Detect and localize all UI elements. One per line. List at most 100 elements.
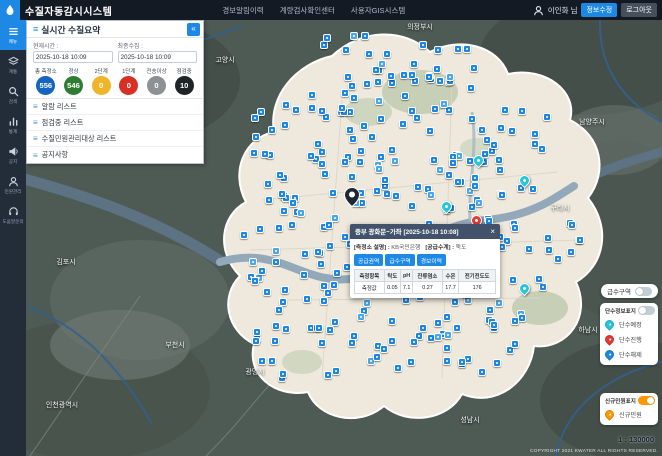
station-marker[interactable]	[318, 107, 326, 115]
station-marker[interactable]	[430, 156, 438, 164]
station-marker[interactable]	[356, 158, 364, 166]
station-marker[interactable]	[279, 370, 287, 378]
station-marker[interactable]	[567, 248, 575, 256]
station-marker[interactable]	[318, 160, 326, 168]
station-marker[interactable]	[264, 180, 272, 188]
sidebar-item-메뉴[interactable]: 메뉴	[0, 20, 26, 50]
complaint-toggle[interactable]	[638, 396, 655, 405]
station-marker[interactable]	[401, 92, 409, 100]
station-marker[interactable]	[454, 178, 462, 186]
station-marker[interactable]	[329, 189, 337, 197]
station-marker[interactable]	[445, 171, 453, 179]
station-marker[interactable]	[317, 260, 325, 268]
station-marker[interactable]	[463, 45, 471, 53]
station-marker[interactable]	[433, 65, 441, 73]
station-marker[interactable]	[360, 122, 368, 130]
station-marker[interactable]	[436, 77, 444, 85]
station-marker[interactable]	[380, 345, 388, 353]
station-marker[interactable]	[375, 165, 383, 173]
station-marker[interactable]	[325, 221, 333, 229]
station-marker[interactable]	[531, 130, 539, 138]
station-marker[interactable]	[308, 91, 316, 99]
station-marker[interactable]	[443, 357, 451, 365]
station-marker[interactable]	[326, 242, 334, 250]
station-marker[interactable]	[475, 199, 483, 207]
station-marker[interactable]	[342, 46, 350, 54]
station-marker[interactable]	[281, 121, 289, 129]
station-marker[interactable]	[375, 97, 383, 105]
sidebar-item-검색[interactable]: 검색	[0, 80, 26, 110]
sidebar-item-도움말문의[interactable]: 도움말문의	[0, 200, 26, 230]
station-marker[interactable]	[419, 41, 427, 49]
station-marker[interactable]	[427, 191, 435, 199]
station-marker[interactable]	[275, 306, 283, 314]
station-marker[interactable]	[538, 145, 546, 153]
station-marker[interactable]	[326, 326, 334, 334]
station-marker[interactable]	[373, 187, 381, 195]
station-marker[interactable]	[554, 255, 562, 263]
station-marker[interactable]	[350, 32, 358, 40]
station-marker[interactable]	[535, 275, 543, 283]
station-marker[interactable]	[529, 185, 537, 193]
station-marker[interactable]	[568, 221, 576, 229]
panel-list-item[interactable]: ≡ 수질민원관리대상 리스트	[27, 131, 203, 147]
station-marker[interactable]	[383, 50, 391, 58]
station-marker[interactable]	[539, 283, 547, 291]
station-marker[interactable]	[387, 72, 395, 80]
station-marker[interactable]	[478, 368, 486, 376]
station-marker[interactable]	[426, 127, 434, 135]
station-marker[interactable]	[470, 64, 478, 72]
station-marker[interactable]	[509, 276, 517, 284]
station-marker[interactable]	[377, 153, 385, 161]
station-marker[interactable]	[495, 299, 503, 307]
station-marker[interactable]	[478, 126, 486, 134]
station-marker[interactable]	[545, 246, 553, 254]
station-marker[interactable]	[544, 234, 552, 242]
station-marker[interactable]	[348, 173, 356, 181]
station-marker[interactable]	[400, 71, 408, 79]
station-marker[interactable]	[314, 248, 322, 256]
station-marker[interactable]	[265, 196, 273, 204]
panel-list-item[interactable]: ≡ 알람 리스트	[27, 99, 203, 115]
station-marker[interactable]	[511, 224, 519, 232]
station-marker[interactable]	[413, 114, 421, 122]
station-marker[interactable]	[486, 306, 494, 314]
station-marker[interactable]	[440, 100, 448, 108]
station-marker[interactable]	[496, 166, 504, 174]
station-marker[interactable]	[373, 353, 381, 361]
station-marker[interactable]	[324, 289, 332, 297]
station-marker[interactable]	[436, 166, 444, 174]
station-marker[interactable]	[518, 107, 526, 115]
station-marker[interactable]	[261, 150, 269, 158]
station-marker[interactable]	[414, 183, 422, 191]
station-marker[interactable]	[493, 359, 501, 367]
station-marker[interactable]	[281, 286, 289, 294]
station-marker[interactable]	[272, 258, 280, 266]
station-marker[interactable]	[391, 157, 399, 165]
popup-action-button[interactable]: 급수구역	[385, 254, 414, 266]
station-marker[interactable]	[408, 202, 416, 210]
station-marker[interactable]	[444, 331, 452, 339]
station-marker[interactable]	[350, 94, 358, 102]
station-marker[interactable]	[511, 317, 519, 325]
station-marker[interactable]	[308, 104, 316, 112]
station-marker[interactable]	[289, 199, 297, 207]
station-marker[interactable]	[443, 313, 451, 321]
station-marker[interactable]	[449, 159, 457, 167]
station-marker[interactable]	[468, 115, 476, 123]
station-marker[interactable]	[434, 319, 442, 327]
station-marker[interactable]	[399, 120, 407, 128]
station-marker[interactable]	[357, 147, 365, 155]
station-marker[interactable]	[258, 357, 266, 365]
station-marker[interactable]	[333, 269, 341, 277]
station-marker[interactable]	[307, 152, 315, 160]
station-marker[interactable]	[408, 71, 416, 79]
station-marker[interactable]	[349, 135, 357, 143]
station-marker[interactable]	[443, 344, 451, 352]
sidebar-item-민원관리[interactable]: 민원관리	[0, 170, 26, 200]
station-marker[interactable]	[425, 73, 433, 81]
station-marker[interactable]	[388, 337, 396, 345]
station-marker[interactable]	[323, 34, 331, 42]
station-marker[interactable]	[240, 231, 248, 239]
station-marker[interactable]	[272, 322, 280, 330]
